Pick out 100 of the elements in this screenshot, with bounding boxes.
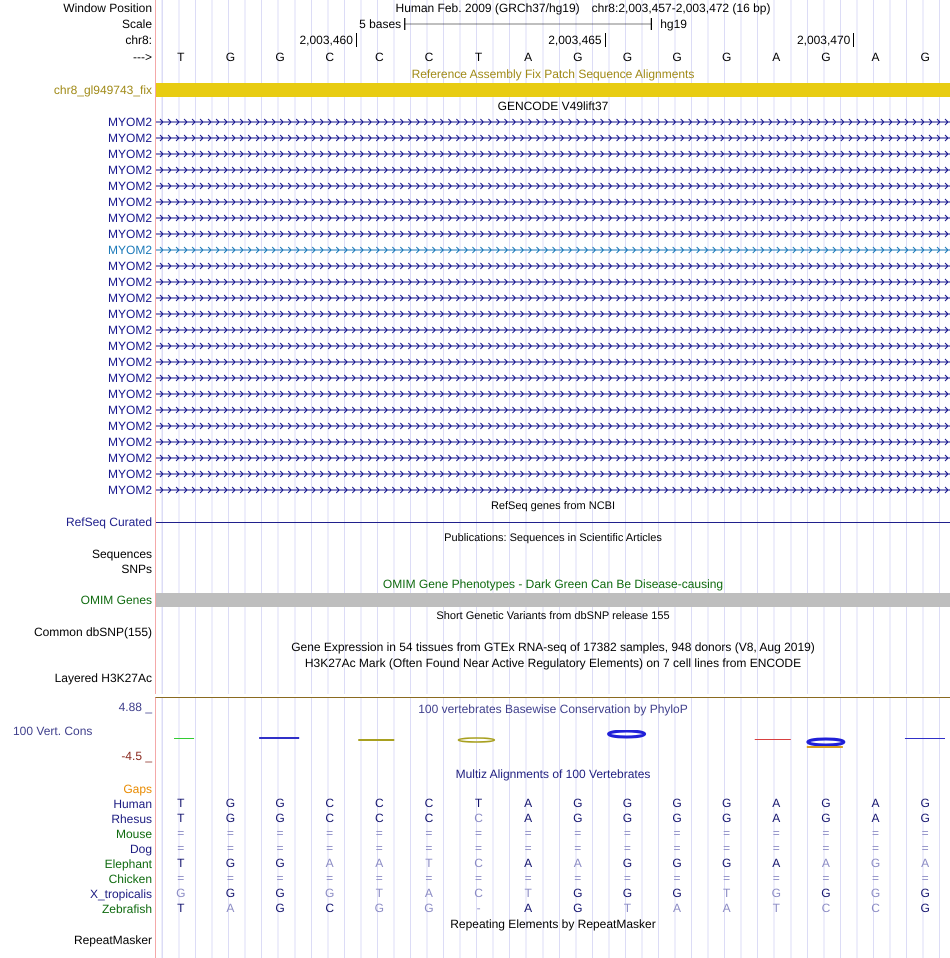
- aligned-base: G: [275, 887, 285, 900]
- aligned-base: =: [524, 842, 532, 855]
- aligned-base: =: [822, 872, 830, 885]
- base-letter: C: [374, 50, 384, 64]
- aligned-base: G: [275, 902, 285, 915]
- aligned-base: G: [622, 887, 632, 900]
- aligned-base: =: [425, 827, 432, 840]
- track-title: Repeating Elements by RepeatMasker: [450, 917, 656, 931]
- aligned-base: =: [872, 827, 880, 840]
- aligned-base: A: [226, 902, 234, 915]
- aligned-base: =: [276, 827, 284, 840]
- aligned-base: =: [376, 872, 383, 885]
- aligned-base: G: [275, 797, 285, 810]
- aligned-base: =: [674, 872, 681, 885]
- aligned-base: G: [672, 812, 682, 825]
- conservation-mark: [174, 738, 194, 739]
- track-title: H3K27Ac Mark (Often Found Near Active Regulatory Elements) on 7 cell lines from ENCODE: [304, 656, 802, 670]
- aligned-base: C: [325, 902, 334, 915]
- gene-label: MYOM2: [108, 211, 152, 225]
- aligned-base: =: [276, 872, 284, 885]
- gene-label: MYOM2: [108, 163, 152, 177]
- gene-label: MYOM2: [108, 179, 152, 193]
- track-title: Short Genetic Variants from dbSNP release 155: [436, 609, 670, 623]
- aligned-base: =: [524, 872, 532, 885]
- gene-label: MYOM2: [108, 243, 152, 257]
- aligned-base: G: [920, 812, 930, 825]
- base-letter: A: [872, 50, 880, 64]
- base-letter: A: [524, 50, 532, 64]
- position-text: chr8:2,003,457-2,003,472 (16 bp): [592, 1, 770, 15]
- aligned-base: =: [772, 842, 780, 855]
- aligned-base: =: [822, 842, 830, 855]
- base-letter: C: [325, 50, 334, 64]
- aligned-base: T: [376, 887, 383, 900]
- track-label: RefSeq Curated: [66, 515, 152, 529]
- conservation-mark: [607, 730, 646, 738]
- aligned-base: A: [524, 797, 532, 810]
- species-label: Elephant: [104, 856, 152, 870]
- aligned-base: =: [475, 872, 482, 885]
- track-title: RefSeq genes from NCBI: [490, 499, 616, 513]
- aligned-base: C: [474, 812, 483, 825]
- aligned-base: T: [425, 857, 433, 870]
- aligned-base: =: [872, 842, 880, 855]
- aligned-base: =: [226, 827, 234, 840]
- aligned-base: G: [672, 797, 682, 810]
- aligned-base: G: [226, 797, 236, 810]
- base-letter: G: [722, 50, 732, 64]
- aligned-base: =: [276, 842, 284, 855]
- gene-label: MYOM2: [108, 355, 152, 369]
- aligned-base: G: [622, 857, 632, 870]
- track-label: chr8_gl949743_fix: [54, 83, 152, 97]
- aligned-base: G: [275, 857, 285, 870]
- aligned-base: G: [573, 812, 582, 825]
- gene-label: MYOM2: [108, 467, 152, 481]
- conservation-mark: [458, 737, 496, 743]
- aligned-base: G: [622, 812, 632, 825]
- aligned-base: C: [325, 812, 334, 825]
- aligned-base: =: [574, 872, 582, 885]
- aligned-base: C: [374, 797, 384, 810]
- aligned-base: =: [624, 842, 631, 855]
- aligned-base: =: [326, 827, 334, 840]
- base-letter: A: [772, 50, 780, 64]
- row-label: chr8:: [125, 33, 152, 47]
- aligned-base: =: [723, 827, 730, 840]
- conservation-mark: [358, 739, 394, 741]
- aligned-base: A: [375, 857, 384, 870]
- gene-label: MYOM2: [108, 259, 152, 273]
- conservation-mark: [904, 738, 945, 739]
- aligned-base: G: [870, 857, 880, 870]
- aligned-base: C: [822, 902, 830, 915]
- aligned-base: A: [524, 857, 532, 870]
- gene-label: MYOM2: [108, 195, 152, 209]
- row-label: Scale: [122, 17, 152, 31]
- aligned-base: =: [922, 872, 929, 885]
- aligned-base: G: [672, 887, 682, 900]
- species-label: Rhesus: [111, 812, 152, 826]
- aligned-base: G: [772, 887, 781, 900]
- species-label: Chicken: [108, 872, 152, 886]
- base-letter: T: [177, 50, 184, 64]
- aligned-base: =: [524, 827, 532, 840]
- aligned-base: G: [226, 812, 236, 825]
- aligned-base: G: [870, 887, 880, 900]
- aligned-base: A: [673, 902, 682, 915]
- aligned-base: G: [622, 797, 632, 810]
- aligned-base: =: [475, 827, 482, 840]
- aligned-base: T: [177, 797, 184, 810]
- gene-label: MYOM2: [108, 371, 152, 385]
- coordinate-label: 2,003,460: [299, 33, 357, 47]
- aligned-base: T: [474, 797, 482, 810]
- aligned-base: =: [723, 872, 730, 885]
- track-title: 100 vertebrates Basewise Conservation by PhyloP: [418, 702, 688, 716]
- track-label: SNPs: [121, 562, 152, 576]
- aligned-base: =: [376, 827, 383, 840]
- aligned-base: T: [177, 902, 184, 915]
- scale-text: hg19: [659, 17, 687, 31]
- aligned-base: A: [524, 812, 532, 825]
- aligned-base: G: [573, 902, 582, 915]
- aligned-base: C: [424, 812, 434, 825]
- aligned-base: =: [376, 842, 383, 855]
- gene-label: MYOM2: [108, 419, 152, 433]
- track-label: Layered H3K27Ac: [54, 671, 152, 685]
